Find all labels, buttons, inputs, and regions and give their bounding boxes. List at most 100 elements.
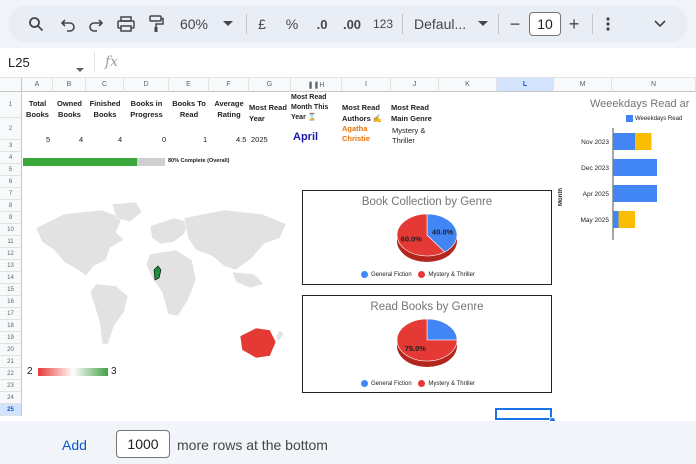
row-header-19[interactable]: 19: [0, 332, 22, 344]
number-format-button[interactable]: 123: [372, 13, 394, 35]
y-tick-label: Dec 2023: [581, 165, 609, 172]
chart-weekdays-read[interactable]: Weeekdays Read ar Weeekdays Read Month N…: [558, 94, 696, 260]
progress-label: 80% Complete (Overall): [168, 158, 230, 164]
stat-value-most-read-month: April: [293, 131, 319, 143]
column-header-a[interactable]: A: [22, 78, 53, 92]
row-header-16[interactable]: 16: [0, 296, 22, 308]
row-header-3[interactable]: 3: [0, 140, 22, 152]
row-header-9[interactable]: 9: [0, 212, 22, 224]
row-header-22[interactable]: 22: [0, 368, 22, 380]
column-header-b[interactable]: B: [53, 78, 86, 92]
column-header-k[interactable]: K: [439, 78, 497, 92]
column-header-l[interactable]: L: [497, 78, 554, 92]
map-region-europe: [149, 217, 191, 245]
chart-read-books[interactable]: Read Books by Genre 75.0% General Fictio…: [302, 295, 552, 393]
chart-title: Read Books by Genre: [370, 301, 484, 313]
progress-bar: [23, 158, 165, 166]
row-header-18[interactable]: 18: [0, 320, 22, 332]
row-header-14[interactable]: 14: [0, 272, 22, 284]
pie-slice-label: 60.0%: [401, 235, 423, 244]
row-header-11[interactable]: 11: [0, 236, 22, 248]
undo-icon[interactable]: [58, 13, 78, 35]
chart-book-collection[interactable]: Book Collection by Genre 40.0% 60.0% Gene…: [302, 190, 552, 285]
rows-count-input[interactable]: 1000: [116, 430, 170, 458]
paint-format-icon[interactable]: [146, 13, 166, 35]
column-header-d[interactable]: D: [124, 78, 169, 92]
row-header-12[interactable]: 12: [0, 248, 22, 260]
stat-value-most-read-authors: Agatha Christie: [342, 124, 370, 143]
column-header-e[interactable]: E: [169, 78, 209, 92]
row-header-7[interactable]: 7: [0, 188, 22, 200]
search-icon[interactable]: [26, 13, 46, 35]
row-header-5[interactable]: 5: [0, 164, 22, 176]
map-region-south-america: [89, 283, 129, 345]
legend-swatch-mystery-thriller: [418, 380, 426, 387]
pie-slice-general-fiction[interactable]: [426, 318, 458, 341]
stat-header-total-books: Total Books: [26, 99, 49, 119]
map-legend-min: 2: [27, 366, 33, 377]
legend-general-fiction: General Fiction: [371, 272, 412, 279]
row-header-23[interactable]: 23: [0, 380, 22, 392]
bar-segment[interactable]: [618, 211, 636, 228]
row-header-13[interactable]: 13: [0, 260, 22, 272]
column-header-m[interactable]: M: [554, 78, 612, 92]
collapse-toolbar-icon[interactable]: [652, 13, 668, 35]
column-header-g[interactable]: G: [249, 78, 291, 92]
column-header-f[interactable]: F: [209, 78, 249, 92]
row-header-10[interactable]: 10: [0, 224, 22, 236]
pie-slice-label: 40.0%: [432, 227, 454, 236]
bar-chart-plot: Nov 2023 Dec 2023 Apr 2025 May 2025: [580, 128, 657, 240]
bar-segment[interactable]: [613, 159, 657, 176]
add-rows-button[interactable]: Add: [62, 437, 87, 453]
stat-value-in-progress: 0: [162, 135, 167, 144]
map-region-north-america: [35, 209, 125, 277]
y-tick-label: Nov 2023: [581, 139, 609, 146]
bar-segment[interactable]: [613, 185, 657, 202]
chart-legend: General Fiction Mystery & Thriller: [361, 271, 475, 278]
more-options-icon[interactable]: [600, 13, 616, 35]
row-header-6[interactable]: 6: [0, 176, 22, 188]
column-header-n[interactable]: N: [612, 78, 696, 92]
decrease-font-size-button[interactable]: −: [507, 13, 523, 35]
column-header-h[interactable]: ❚❚H: [291, 78, 342, 92]
zoom-select[interactable]: 60%: [176, 13, 212, 35]
font-select[interactable]: Defaul...: [414, 13, 470, 35]
add-rows-bar: [0, 421, 696, 464]
row-header-17[interactable]: 17: [0, 308, 22, 320]
legend-swatch-general-fiction: [361, 380, 368, 387]
row-header-1[interactable]: 1: [0, 92, 22, 118]
selected-cell[interactable]: [495, 408, 552, 420]
font-dropdown-icon[interactable]: [476, 13, 490, 35]
redo-icon[interactable]: [86, 13, 106, 35]
row-header-15[interactable]: 15: [0, 284, 22, 296]
name-box-dropdown-icon[interactable]: [76, 60, 84, 78]
row-header-8[interactable]: 8: [0, 200, 22, 212]
percent-button[interactable]: %: [284, 13, 300, 35]
row-header-21[interactable]: 21: [0, 356, 22, 368]
decrease-decimal-button[interactable]: .0: [312, 13, 332, 35]
zoom-dropdown-icon[interactable]: [220, 13, 236, 35]
currency-button[interactable]: £: [254, 13, 270, 35]
name-box[interactable]: L25: [8, 55, 30, 70]
row-header-25[interactable]: 25: [0, 404, 22, 416]
row-header-20[interactable]: 20: [0, 344, 22, 356]
print-icon[interactable]: [116, 13, 136, 35]
font-size-input[interactable]: 10: [529, 12, 561, 36]
row-header-2[interactable]: 2: [0, 118, 22, 140]
increase-decimal-button[interactable]: .00: [341, 13, 363, 35]
column-header-c[interactable]: C: [86, 78, 124, 92]
map-region-southeast-asia: [231, 271, 265, 289]
bar-segment[interactable]: [613, 133, 635, 150]
row-header-4[interactable]: 4: [0, 152, 22, 164]
column-header-j[interactable]: J: [391, 78, 439, 92]
row-header-24[interactable]: 24: [0, 392, 22, 404]
select-all-corner[interactable]: [0, 78, 22, 92]
stat-header-most-read-genre: Most Read Main Genre: [391, 103, 432, 123]
bar-segment[interactable]: [613, 211, 619, 228]
stat-value-most-read-genre: Mystery & Thriller: [392, 126, 426, 145]
stat-header-books-to-read: Books To Read: [172, 99, 206, 119]
bar-segment[interactable]: [635, 133, 652, 150]
column-header-i[interactable]: I: [342, 78, 391, 92]
increase-font-size-button[interactable]: +: [566, 13, 582, 35]
stat-header-finished-books: Finished Books: [89, 99, 121, 119]
